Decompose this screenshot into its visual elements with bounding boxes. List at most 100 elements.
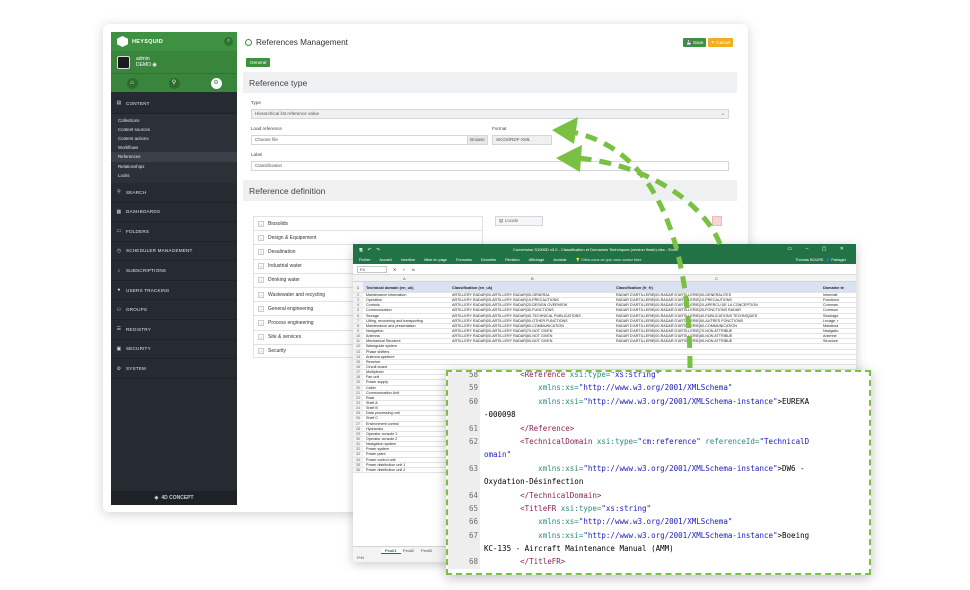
row-number[interactable]: 14 — [353, 354, 363, 359]
row-number[interactable]: 29 — [353, 431, 363, 436]
sidebar-item-search[interactable]: ⚲ SEARCH — [111, 183, 237, 203]
sidebar-subitem-relationships[interactable]: Relationships — [111, 162, 237, 171]
delete-button[interactable] — [712, 216, 722, 226]
row-number[interactable]: 25 — [353, 411, 363, 416]
locale-field[interactable]: ▤ Locale — [495, 216, 543, 226]
chevron-right-icon[interactable]: › — [258, 234, 264, 241]
save-icon[interactable]: 🖫 — [359, 246, 363, 254]
sidebar-item-system[interactable]: ⚙ SYSTEM — [111, 359, 237, 379]
user-org[interactable]: DEMO ◉ — [136, 62, 157, 68]
sidebar-subitem-content-actions[interactable]: Content actions — [111, 134, 237, 143]
row-number[interactable]: 8 — [353, 323, 363, 328]
ribbon-tab[interactable]: Accueil — [379, 258, 391, 262]
header-cell[interactable]: Technical domain (en_uk) — [366, 282, 450, 293]
row-number[interactable]: 2 — [353, 293, 363, 298]
avatar[interactable] — [117, 55, 130, 69]
chevron-right-icon[interactable]: › — [258, 305, 264, 312]
row-number[interactable]: 6 — [353, 313, 363, 318]
chevron-right-icon[interactable]: › — [258, 291, 264, 298]
row-number[interactable]: 18 — [353, 375, 363, 380]
chevron-right-icon[interactable]: › — [258, 334, 264, 341]
row-number[interactable]: 33 — [353, 452, 363, 457]
row-number[interactable]: 10 — [353, 334, 363, 339]
row-number[interactable]: 9 — [353, 328, 363, 334]
column-b[interactable]: B — [531, 276, 534, 281]
load-reference-input[interactable]: Choose file Browse — [251, 135, 488, 145]
row-number[interactable]: 22 — [353, 395, 363, 400]
chevron-right-icon[interactable]: › — [258, 263, 264, 270]
table-cell[interactable]: Power distribution unit 2 — [366, 468, 450, 473]
row-number[interactable]: 35 — [353, 462, 363, 467]
row-number[interactable]: 28 — [353, 426, 363, 431]
row-number[interactable]: 34 — [353, 457, 363, 462]
browse-button[interactable]: Browse — [467, 136, 487, 144]
sidebar-item-users-tracking[interactable]: ● USERS TRACKING — [111, 281, 237, 301]
row-number[interactable]: 16 — [353, 364, 363, 370]
row-number[interactable]: 1 — [353, 282, 363, 292]
row-number[interactable]: 24 — [353, 406, 363, 411]
header-cell[interactable]: Classification (en_uk) — [452, 282, 614, 293]
sidebar-item-subscriptions[interactable]: ♪ SUBSCRIPTIONS — [111, 261, 237, 281]
chevron-right-icon[interactable]: › — [258, 347, 264, 354]
row-number[interactable]: 21 — [353, 390, 363, 395]
sidebar-subitem-references[interactable]: References — [111, 152, 237, 162]
ribbon-tab[interactable]: Insertion — [401, 258, 416, 262]
settings-icon[interactable]: ⚙ — [210, 77, 222, 89]
chevron-right-icon[interactable]: › — [258, 248, 264, 255]
sidebar-item-content[interactable]: ▤ CONTENT — [111, 94, 237, 114]
ribbon-user[interactable]: Thomas BOURE 👤 Partager — [795, 257, 846, 262]
window-controls[interactable]: ▭ – ▢ ✕ — [787, 246, 850, 252]
redo-icon[interactable]: ↷ — [376, 247, 380, 253]
sidebar-subitem-workflows[interactable]: Workflows — [111, 143, 237, 152]
sidebar-subitem-collections[interactable]: Collections — [111, 116, 237, 125]
row-number[interactable]: 13 — [353, 349, 363, 354]
row-number[interactable]: 12 — [353, 344, 363, 349]
ribbon-tab[interactable]: Révision — [505, 258, 520, 262]
collapse-sidebar-button[interactable]: ‹ — [224, 37, 233, 46]
sidebar-item-groups[interactable]: ⚇ GROUPS — [111, 300, 237, 321]
home-icon[interactable]: ⌂ — [126, 77, 138, 89]
tab-general[interactable]: General — [246, 58, 271, 67]
row-number[interactable]: 5 — [353, 308, 363, 313]
row-number[interactable]: 19 — [353, 380, 363, 385]
row-number[interactable]: 31 — [353, 442, 363, 447]
confirm-icon[interactable]: ✓ — [402, 267, 405, 272]
row-number[interactable]: 27 — [353, 421, 363, 426]
tree-node[interactable]: › Design & Equipement — [253, 230, 483, 245]
ribbon-tab[interactable]: Formules — [456, 258, 472, 262]
row-number[interactable]: 36 — [353, 467, 363, 472]
ribbon-tab[interactable]: Acrobat — [553, 258, 566, 262]
header-cell[interactable]: Classification (fr_fr) — [616, 282, 821, 293]
undo-icon[interactable]: ↶ — [368, 247, 372, 253]
format-field[interactable]: SKOS/RDF-XML — [492, 135, 552, 145]
sidebar-item-folders[interactable]: ▭ FOLDERS — [111, 222, 237, 242]
row-number[interactable]: 30 — [353, 436, 363, 442]
tell-me-search[interactable]: 💡 Dites-nous ce que vous voulez faire — [575, 257, 641, 262]
save-button[interactable]: 💾 Save — [683, 38, 707, 47]
header-cell[interactable]: Domaine te — [823, 282, 856, 293]
sidebar-subitem-content-sources[interactable]: Content sources — [111, 125, 237, 134]
row-number[interactable]: 32 — [353, 447, 363, 452]
sidebar-subitem-locks[interactable]: Locks — [111, 171, 237, 180]
type-select[interactable]: Hierarchical list reference value ⌄ — [251, 109, 729, 119]
column-c[interactable]: C — [715, 276, 718, 281]
ribbon-tab[interactable]: Affichage — [529, 258, 545, 262]
row-number[interactable]: 26 — [353, 416, 363, 421]
ribbon-tab[interactable]: Mise en page — [424, 258, 447, 262]
row-number[interactable]: 17 — [353, 370, 363, 375]
name-box[interactable]: F4 — [357, 265, 387, 273]
sidebar-item-registry[interactable]: ☰ REGISTRY — [111, 320, 237, 340]
ribbon-tab[interactable]: Données — [481, 258, 496, 262]
chevron-right-icon[interactable]: › — [258, 319, 264, 326]
row-number[interactable]: 20 — [353, 385, 363, 390]
row-number[interactable]: 4 — [353, 303, 363, 308]
ribbon-tab[interactable]: Fichier — [359, 258, 370, 262]
cancel-icon[interactable]: ✕ — [393, 267, 396, 272]
row-number[interactable]: 3 — [353, 298, 363, 303]
search-icon[interactable]: ⚲ — [168, 77, 180, 89]
function-icon[interactable]: fx — [412, 267, 415, 272]
row-number[interactable]: 11 — [353, 339, 363, 344]
sidebar-item-dashboards[interactable]: ▦ DASHBOARDS — [111, 203, 237, 223]
row-number[interactable]: 23 — [353, 400, 363, 406]
tree-node[interactable]: › Biosolids — [253, 216, 483, 231]
